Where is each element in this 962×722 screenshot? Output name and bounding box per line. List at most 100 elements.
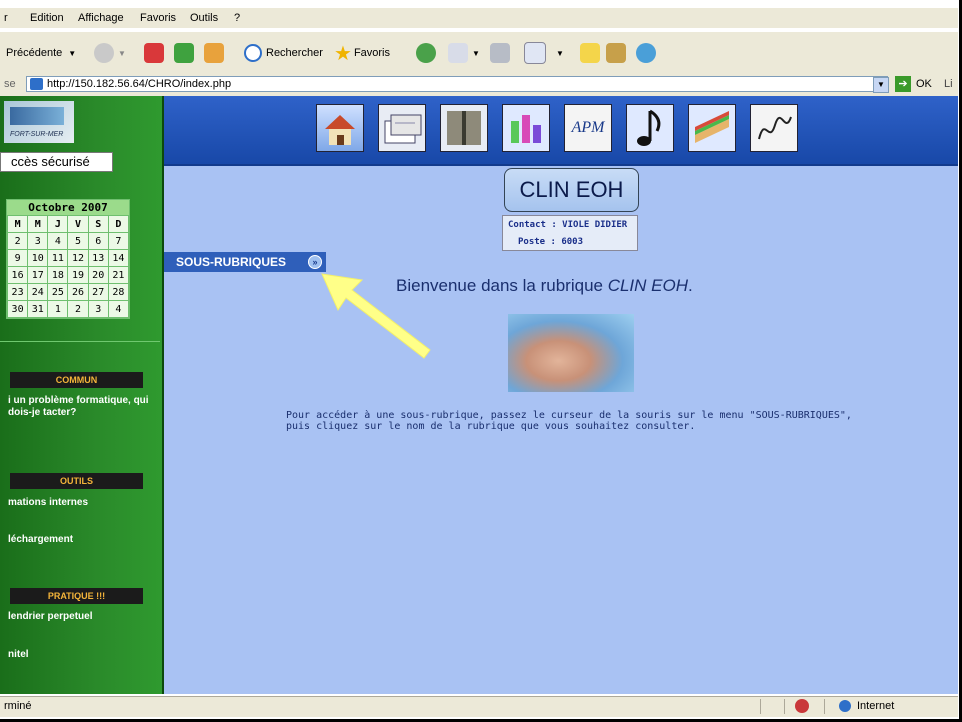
- mail-icon: [448, 43, 468, 63]
- calendar-header: M: [27, 215, 49, 233]
- calendar-day[interactable]: 10: [27, 249, 49, 267]
- calendar-day[interactable]: 23: [6, 283, 29, 301]
- signature-graphic: [758, 116, 792, 140]
- calendar-day[interactable]: 4: [47, 232, 69, 250]
- print-button[interactable]: [490, 41, 514, 65]
- edit-button[interactable]: ▼: [524, 41, 564, 65]
- browser-toolbar: Précédente ▼ ▼ Rechercher ★ Favoris ▼ ▼: [0, 31, 958, 75]
- forward-dropdown-icon: ▼: [118, 48, 126, 58]
- welcome-message: Bienvenue dans la rubrique CLIN EOH.: [396, 276, 693, 296]
- sidebar-link-minitel[interactable]: nitel: [8, 649, 29, 661]
- refresh-button[interactable]: [174, 41, 198, 65]
- search-icon: [244, 44, 262, 62]
- annotation-arrow-icon: [321, 273, 431, 359]
- calendar-day[interactable]: 11: [47, 249, 69, 267]
- search-label: Rechercher: [266, 47, 323, 59]
- calendar-header: D: [107, 215, 130, 233]
- menu-item-affichage[interactable]: Affichage: [78, 12, 124, 24]
- calendar-day[interactable]: 26: [67, 283, 89, 301]
- forward-button[interactable]: ▼: [94, 41, 126, 65]
- calendar-day[interactable]: 24: [27, 283, 49, 301]
- calendar-day[interactable]: 1: [47, 300, 69, 318]
- calendar-week: 9 10 11 12 13 14: [6, 249, 130, 267]
- menu-item-file[interactable]: r: [4, 12, 8, 24]
- lab-icon[interactable]: [502, 104, 550, 152]
- stop-button[interactable]: [144, 41, 168, 65]
- sidebar-link-telechargement[interactable]: léchargement: [8, 534, 73, 546]
- page-title: CLIN EOH: [504, 168, 639, 212]
- calendar-day[interactable]: 2: [67, 300, 89, 318]
- back-button[interactable]: Précédente ▼: [6, 41, 76, 65]
- home-icon: [204, 43, 224, 63]
- calendar-day[interactable]: 6: [87, 232, 109, 250]
- favorites-button[interactable]: ★ Favoris: [334, 41, 390, 65]
- calendar-day[interactable]: 19: [67, 266, 89, 284]
- documents-icon[interactable]: [378, 104, 426, 152]
- calendar-day[interactable]: 4: [107, 300, 130, 318]
- calendar-day[interactable]: 18: [47, 266, 69, 284]
- site-logo[interactable]: FORT-SUR-MER: [4, 101, 74, 143]
- books-icon: [606, 43, 626, 63]
- calendar-week: 23 24 25 26 27 28: [6, 283, 130, 301]
- home-button[interactable]: [204, 41, 228, 65]
- calendar-day[interactable]: 21: [107, 266, 130, 284]
- sidebar-link-probleme-informatique[interactable]: i un problème formatique, qui dois-je ta…: [8, 395, 158, 419]
- calendar-day[interactable]: 16: [6, 266, 29, 284]
- calendar-day[interactable]: 20: [87, 266, 109, 284]
- messenger-button[interactable]: [636, 41, 660, 65]
- status-cell: [784, 699, 825, 714]
- calendar-header-row: M M J V S D: [6, 215, 130, 233]
- calendar-day[interactable]: 7: [107, 232, 130, 250]
- sidebar-link-informations-internes[interactable]: mations internes: [8, 497, 88, 509]
- apm-icon[interactable]: APM: [564, 104, 612, 152]
- search-button[interactable]: Rechercher: [244, 41, 323, 65]
- go-arrow-icon[interactable]: ➔: [895, 76, 911, 92]
- history-button[interactable]: [416, 41, 440, 65]
- calendar-day[interactable]: 27: [87, 283, 109, 301]
- sidebar-link-calendrier-perpetuel[interactable]: lendrier perpetuel: [8, 611, 92, 623]
- print-icon: [490, 43, 510, 63]
- menu-item-help[interactable]: ?: [234, 12, 240, 24]
- menu-item-edition[interactable]: Edition: [30, 12, 64, 24]
- favorites-star-icon: ★: [334, 42, 352, 65]
- calendar-day[interactable]: 9: [6, 249, 29, 267]
- address-input[interactable]: http://150.182.56.64/CHRO/index.php: [26, 76, 888, 92]
- mail-button[interactable]: ▼: [448, 41, 480, 65]
- calendar-day[interactable]: 5: [67, 232, 89, 250]
- calendar: Octobre 2007 M M J V S D 2 3 4 5 6 7 9 1…: [6, 199, 130, 319]
- flasks-graphic: [511, 115, 541, 143]
- home-icon[interactable]: [316, 104, 364, 152]
- calendar-day[interactable]: 3: [27, 232, 49, 250]
- calendar-day[interactable]: 12: [67, 249, 89, 267]
- calendar-day[interactable]: 30: [6, 300, 29, 318]
- sandwich-icon[interactable]: [688, 104, 736, 152]
- calendar-day[interactable]: 13: [87, 249, 109, 267]
- research-button[interactable]: [606, 41, 630, 65]
- cabinet-icon[interactable]: [440, 104, 488, 152]
- menu-item-outils[interactable]: Outils: [190, 12, 218, 24]
- music-note-icon[interactable]: [626, 104, 674, 152]
- chevron-down-icon[interactable]: »: [308, 255, 322, 269]
- forward-arrow-icon: [94, 43, 114, 63]
- calendar-day[interactable]: 17: [27, 266, 49, 284]
- calendar-day[interactable]: 25: [47, 283, 69, 301]
- signature-icon[interactable]: [750, 104, 798, 152]
- refresh-icon: [174, 43, 194, 63]
- back-dropdown-icon[interactable]: ▼: [68, 49, 76, 58]
- calendar-day[interactable]: 2: [6, 232, 29, 250]
- links-label[interactable]: Li: [944, 78, 953, 90]
- calendar-week: 2 3 4 5 6 7: [6, 232, 130, 250]
- secure-access-button[interactable]: ccès sécurisé: [0, 152, 113, 172]
- discuss-button[interactable]: [580, 41, 604, 65]
- address-dropdown-icon[interactable]: ▼: [873, 77, 889, 93]
- word-icon: [524, 42, 546, 64]
- calendar-day[interactable]: 3: [87, 300, 109, 318]
- calendar-header: V: [67, 215, 89, 233]
- calendar-day[interactable]: 14: [107, 249, 130, 267]
- calendar-day[interactable]: 31: [27, 300, 49, 318]
- go-button[interactable]: OK: [916, 78, 932, 90]
- sous-rubriques-menu[interactable]: SOUS-RUBRIQUES »: [164, 252, 326, 272]
- calendar-day[interactable]: 28: [107, 283, 130, 301]
- messenger-icon: [636, 43, 656, 63]
- menu-item-favoris[interactable]: Favoris: [140, 12, 176, 24]
